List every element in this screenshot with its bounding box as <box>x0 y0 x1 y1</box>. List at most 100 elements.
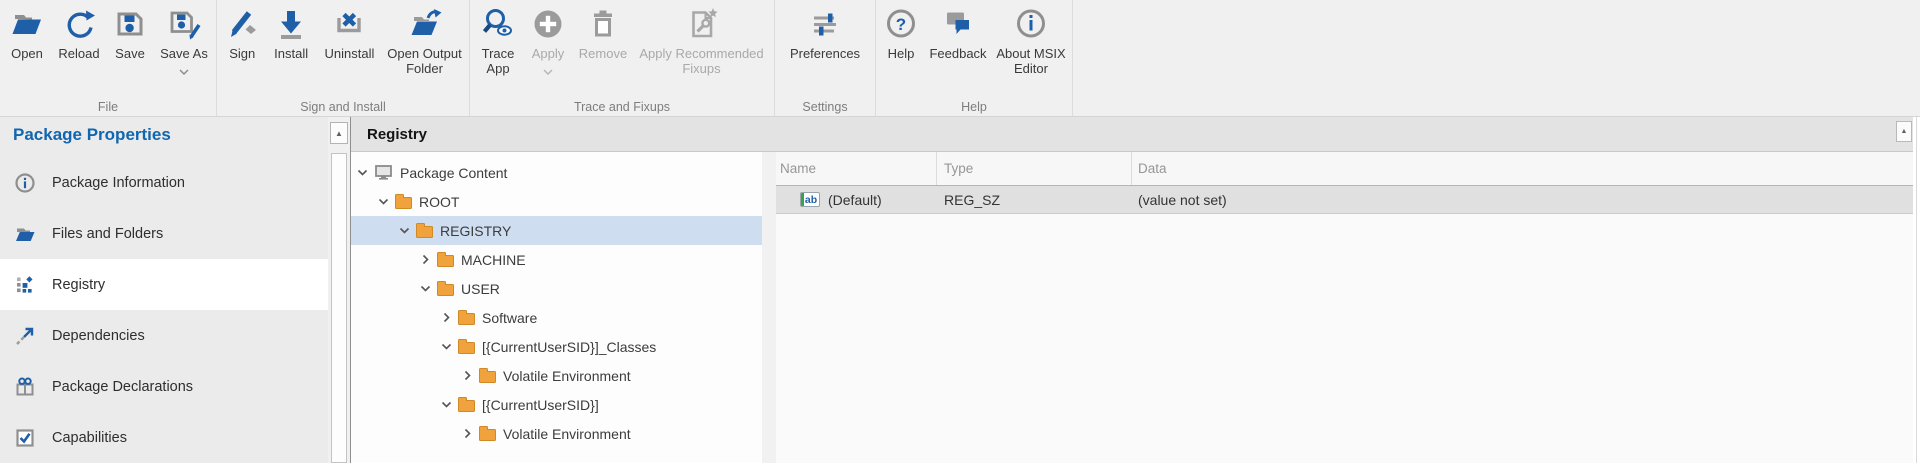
sidebar-item-files-and-folders[interactable]: Files and Folders <box>0 208 328 259</box>
save-icon <box>112 5 148 46</box>
tree-table-splitter[interactable] <box>762 152 776 463</box>
open-output-folder-button[interactable]: Open Output Folder <box>382 0 467 95</box>
install-button-label: Install <box>274 46 308 61</box>
tree-row-registry[interactable]: REGISTRY <box>351 216 762 245</box>
ribbon-group-label-file: File <box>0 100 216 114</box>
value-name-cell: (Default) <box>828 192 882 208</box>
uninstall-icon <box>331 5 367 46</box>
save-as-button[interactable]: Save As <box>154 0 214 95</box>
tree-item-label: Software <box>482 310 537 326</box>
tree-item-label: Volatile Environment <box>503 426 631 442</box>
ribbon-group-label-trace-fixups: Trace and Fixups <box>470 100 774 114</box>
value-type-cell: REG_SZ <box>936 192 1131 208</box>
chevron-down-icon[interactable] <box>441 341 458 352</box>
open-output-folder-icon <box>407 5 443 46</box>
main-scrollbar-track[interactable] <box>1916 117 1917 463</box>
sidebar-item-package-declarations[interactable]: Package Declarations <box>0 361 328 412</box>
main-scroll-up-button[interactable]: ▲ <box>1896 121 1912 142</box>
ribbon: Open Reload Save <box>0 0 1920 117</box>
tree-row-software[interactable]: Software <box>351 303 762 332</box>
chevron-right-icon[interactable] <box>420 254 437 265</box>
save-button[interactable]: Save <box>106 0 154 95</box>
sidebar-item-dependencies[interactable]: Dependencies <box>0 310 328 361</box>
install-button[interactable]: Install <box>265 0 316 95</box>
trace-app-button-label: Trace App <box>472 46 524 76</box>
feedback-button[interactable]: Feedback <box>924 0 992 95</box>
chevron-down-icon[interactable] <box>378 196 395 207</box>
tree-row-currentusersid[interactable]: [{CurrentUserSID}] <box>351 390 762 419</box>
dependencies-arrow-icon <box>14 325 52 347</box>
ribbon-group-label-help: Help <box>876 100 1072 114</box>
apply-recommended-fixups-button-label: Apply Recommended Fixups <box>634 46 769 76</box>
sidebar-scrollbar-thumb[interactable] <box>331 153 347 463</box>
folder-icon <box>437 281 454 296</box>
apply-dropdown-chevron-icon[interactable] <box>543 62 553 80</box>
apply-recommended-fixups-icon <box>684 5 720 46</box>
apply-recommended-fixups-button[interactable]: Apply Recommended Fixups <box>634 0 769 95</box>
help-button[interactable]: ? Help <box>878 0 924 95</box>
ribbon-group-label-settings: Settings <box>775 100 875 114</box>
tree-row-currentusersid-classes[interactable]: [{CurrentUserSID}]_Classes <box>351 332 762 361</box>
sidebar-item-label: Registry <box>52 277 105 293</box>
apply-button[interactable]: Apply <box>524 0 572 95</box>
sidebar-item-capabilities[interactable]: Capabilities <box>0 412 328 463</box>
chevron-right-icon[interactable] <box>462 428 479 439</box>
ribbon-group-settings: Preferences Settings <box>775 0 876 116</box>
apply-plus-icon <box>530 5 566 46</box>
save-as-dropdown-chevron-icon[interactable] <box>179 62 189 80</box>
folder-icon <box>437 252 454 267</box>
feedback-bubbles-icon <box>940 5 976 46</box>
sidebar-title: Package Properties <box>0 117 328 157</box>
chevron-down-icon[interactable] <box>420 283 437 294</box>
save-button-label: Save <box>115 46 145 61</box>
sidebar-item-package-information[interactable]: Package Information <box>0 157 328 208</box>
reload-icon <box>61 5 97 46</box>
table-row-default-value[interactable]: ab (Default) REG_SZ (value not set) <box>776 186 1913 214</box>
sidebar-item-label: Dependencies <box>52 328 145 344</box>
sidebar-scroll-up-button[interactable]: ▲ <box>330 122 348 144</box>
column-header-type[interactable]: Type <box>936 152 1131 185</box>
tree-item-label: [{CurrentUserSID}]_Classes <box>482 339 656 355</box>
sign-button[interactable]: Sign <box>219 0 265 95</box>
chevron-down-icon[interactable] <box>357 167 374 178</box>
column-header-name[interactable]: Name <box>776 152 936 185</box>
tree-row-user[interactable]: USER <box>351 274 762 303</box>
sidebar-item-registry[interactable]: Registry <box>0 259 328 310</box>
folder-icon <box>458 310 475 325</box>
sidebar-item-label: Capabilities <box>52 430 127 446</box>
sidebar-package-properties: Package Properties Package Information F… <box>0 117 328 463</box>
save-as-button-label: Save As <box>160 46 208 61</box>
folder-icon <box>458 339 475 354</box>
folder-icon <box>416 223 433 238</box>
tree-item-label: USER <box>461 281 500 297</box>
main-title-band: Registry ▲ <box>351 117 1913 152</box>
uninstall-button[interactable]: Uninstall <box>317 0 382 95</box>
tree-item-label: ROOT <box>419 194 459 210</box>
tree-row-root[interactable]: ROOT <box>351 187 762 216</box>
tree-item-label: [{CurrentUserSID}] <box>482 397 599 413</box>
remove-button[interactable]: Remove <box>572 0 634 95</box>
open-output-folder-button-label: Open Output Folder <box>382 46 467 76</box>
value-data-cell: (value not set) <box>1131 192 1913 208</box>
trace-app-button[interactable]: Trace App <box>472 0 524 95</box>
uninstall-button-label: Uninstall <box>324 46 374 61</box>
folder-icon <box>479 426 496 441</box>
tree-row-volatile-environment[interactable]: Volatile Environment <box>351 419 762 448</box>
chevron-down-icon[interactable] <box>441 399 458 410</box>
preferences-button[interactable]: Preferences <box>779 0 871 95</box>
open-button[interactable]: Open <box>2 0 52 95</box>
column-header-data[interactable]: Data <box>1131 152 1913 185</box>
page-title: Registry <box>351 126 427 143</box>
tree-row-package-content[interactable]: Package Content <box>351 158 762 187</box>
about-msix-editor-button[interactable]: About MSIX Editor <box>992 0 1070 95</box>
files-folders-icon <box>14 223 52 245</box>
chevron-down-icon[interactable] <box>399 225 416 236</box>
tree-row-machine[interactable]: MACHINE <box>351 245 762 274</box>
ribbon-group-trace-fixups: Trace App Apply <box>470 0 775 116</box>
sign-button-label: Sign <box>229 46 255 61</box>
reload-button[interactable]: Reload <box>52 0 106 95</box>
chevron-right-icon[interactable] <box>441 312 458 323</box>
chevron-right-icon[interactable] <box>462 370 479 381</box>
tree-item-label: MACHINE <box>461 252 526 268</box>
tree-row-volatile-environment-classes[interactable]: Volatile Environment <box>351 361 762 390</box>
